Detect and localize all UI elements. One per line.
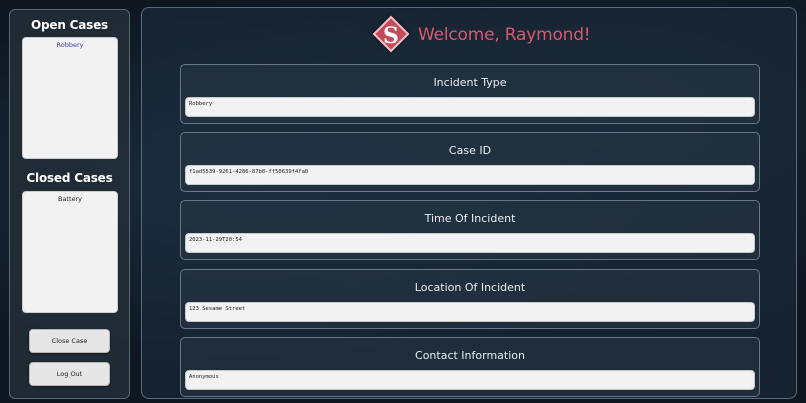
contact-information-label: Contact Information	[415, 349, 525, 362]
logout-button[interactable]: Log Out	[29, 362, 110, 386]
closed-cases-title: Closed Cases	[26, 171, 113, 185]
closed-cases-list: Battery	[22, 191, 118, 313]
open-cases-title: Open Cases	[31, 18, 108, 32]
incident-type-field[interactable]: Robbery	[185, 97, 755, 117]
closed-case-item[interactable]: Battery	[23, 195, 117, 203]
location-of-incident-card: Location Of Incident 123 Sesame Street	[180, 269, 760, 329]
incident-type-label: Incident Type	[433, 76, 507, 89]
open-case-item[interactable]: Robbery	[23, 41, 117, 49]
location-of-incident-field[interactable]: 123 Sesame Street	[185, 302, 755, 322]
case-id-card: Case ID f1ad5539-9261-4286-87b8-ff50639f…	[180, 132, 760, 192]
location-of-incident-label: Location Of Incident	[414, 281, 526, 294]
incident-type-card: Incident Type Robbery	[180, 64, 760, 124]
sidebar: Open Cases Robbery Closed Cases Battery …	[9, 9, 130, 399]
main-panel: S Welcome, Raymond! Incident Type Robber…	[141, 7, 797, 399]
open-cases-list: Robbery	[22, 37, 118, 159]
close-case-button[interactable]: Close Case	[29, 329, 110, 353]
contact-information-field[interactable]: Anonymous	[185, 370, 755, 390]
time-of-incident-field[interactable]: 2023-11-29T20:54	[185, 233, 755, 253]
welcome-message: Welcome, Raymond!	[418, 25, 591, 45]
case-id-field[interactable]: f1ad5539-9261-4286-87b8-ff50639f4fa0	[185, 165, 755, 185]
contact-information-card: Contact Information Anonymous	[180, 337, 760, 397]
time-of-incident-card: Time Of Incident 2023-11-29T20:54	[180, 200, 760, 260]
header: S Welcome, Raymond!	[142, 15, 796, 57]
time-of-incident-label: Time Of Incident	[424, 212, 516, 225]
case-id-label: Case ID	[448, 144, 492, 157]
logo-letter: S	[383, 23, 399, 49]
